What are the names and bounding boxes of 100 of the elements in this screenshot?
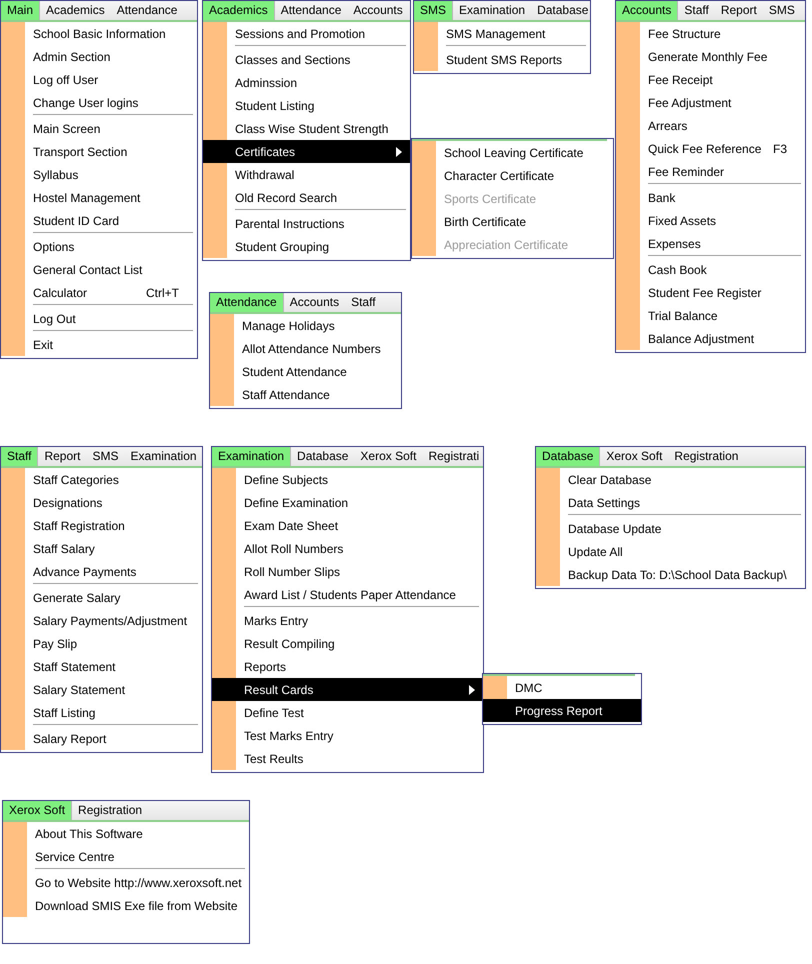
menu-tab[interactable]: Academics	[40, 1, 111, 20]
menu-item[interactable]: Designations	[1, 491, 202, 514]
menu-item[interactable]: Service Centre	[3, 845, 249, 868]
menu-tab[interactable]: Database	[291, 447, 354, 466]
menu-item[interactable]: Roll Number Slips	[212, 560, 483, 583]
menu-item[interactable]: Define Examination	[212, 491, 483, 514]
menu-item[interactable]: Calculator Ctrl+T	[1, 281, 197, 304]
menu-item[interactable]: About This Software	[3, 822, 249, 845]
menu-item[interactable]: Student SMS Reports	[414, 48, 590, 71]
menu-tab[interactable]: Attendance	[274, 1, 348, 20]
menu-item[interactable]: Result Cards	[212, 678, 483, 701]
menu-item[interactable]: Fee Reminder	[616, 160, 805, 183]
menu-item[interactable]: Staff Salary	[1, 537, 202, 560]
menu-item[interactable]: Student Fee Register	[616, 281, 805, 304]
menu-item[interactable]: Backup Data To: D:\School Data Backup\	[536, 563, 805, 586]
menu-tab[interactable]: Attendance	[210, 293, 284, 312]
menu-item[interactable]: School Basic Information	[1, 22, 197, 45]
menu-tab[interactable]: SMS	[86, 447, 125, 466]
menu-item[interactable]: Allot Attendance Numbers	[210, 337, 401, 360]
menu-tab[interactable]: Staff	[1, 447, 38, 466]
menu-item[interactable]: Fee Receipt	[616, 68, 805, 91]
menu-tab[interactable]: Staff	[678, 1, 715, 20]
menu-item[interactable]: Result Compiling	[212, 632, 483, 655]
menu-item[interactable]: Generate Salary	[1, 586, 202, 609]
menu-tab[interactable]: Staff	[345, 293, 382, 312]
menu-item[interactable]: Staff Listing	[1, 701, 202, 724]
menu-tab[interactable]: Examination	[212, 447, 292, 466]
menu-tab[interactable]: Report	[714, 1, 763, 20]
menu-tab[interactable]: Database	[536, 447, 600, 466]
menu-item[interactable]: Exam Date Sheet	[212, 514, 483, 537]
menu-item[interactable]: Test Reults	[212, 747, 483, 770]
menu-item[interactable]: Reports	[212, 655, 483, 678]
menu-item[interactable]: Change User logins	[1, 91, 197, 114]
menu-item[interactable]: Go to Website http://www.xeroxsoft.net	[3, 871, 249, 894]
menu-tab[interactable]: Accounts	[347, 1, 409, 20]
menu-item[interactable]: Student Attendance	[210, 360, 401, 383]
menu-item[interactable]: Sessions and Promotion	[203, 22, 410, 45]
menu-item[interactable]: Test Marks Entry	[212, 724, 483, 747]
menu-tab[interactable]: SMS	[414, 1, 454, 20]
menu-item[interactable]: Cash Book	[616, 258, 805, 281]
menu-item[interactable]: Transport Section	[1, 140, 197, 163]
menu-item[interactable]: Parental Instructions	[203, 212, 410, 235]
menu-item[interactable]: Fixed Assets	[616, 209, 805, 232]
menu-item[interactable]: Character Certificate	[412, 164, 613, 187]
menu-item[interactable]: Advance Payments	[1, 560, 202, 583]
menu-item[interactable]: Update All	[536, 540, 805, 563]
menu-tab[interactable]: SMS	[762, 1, 801, 20]
menu-item[interactable]: Quick Fee Reference F3	[616, 137, 805, 160]
menu-item[interactable]: Admin Section	[1, 45, 197, 68]
menu-item[interactable]: Allot Roll Numbers	[212, 537, 483, 560]
menu-item[interactable]: Staff Attendance	[210, 383, 401, 406]
menu-item[interactable]: Fee Structure	[616, 22, 805, 45]
menu-item[interactable]: Syllabus	[1, 163, 197, 186]
menu-tab[interactable]: Examination	[124, 447, 203, 466]
menu-tab[interactable]: Attendance	[110, 1, 184, 20]
menu-item[interactable]: Data Settings	[536, 491, 805, 514]
menu-item[interactable]: Withdrawal	[203, 163, 410, 186]
menu-item[interactable]: Trial Balance	[616, 304, 805, 327]
menu-item[interactable]: Birth Certificate	[412, 210, 613, 233]
menu-item[interactable]: Certificates	[203, 140, 410, 163]
menu-tab[interactable]: Database	[531, 1, 594, 20]
menu-item[interactable]: Old Record Search	[203, 186, 410, 209]
menu-item[interactable]: Classes and Sections	[203, 48, 410, 71]
menu-tab[interactable]: Examination	[453, 1, 532, 20]
menu-item[interactable]: Marks Entry	[212, 609, 483, 632]
menu-item[interactable]: Options	[1, 235, 197, 258]
menu-item[interactable]: Class Wise Student Strength	[203, 117, 410, 140]
menu-item[interactable]: Salary Statement	[1, 678, 202, 701]
menu-item[interactable]: Define Test	[212, 701, 483, 724]
menu-tab[interactable]: Xerox Soft	[354, 447, 422, 466]
menu-item[interactable]: Staff Categories	[1, 468, 202, 491]
menu-item[interactable]: Pay Slip	[1, 632, 202, 655]
menu-tab[interactable]: Main	[1, 1, 40, 20]
menu-item[interactable]: Hostel Management	[1, 186, 197, 209]
menu-item[interactable]: Salary Report	[1, 727, 202, 750]
menu-item[interactable]: SMS Management	[414, 22, 590, 45]
menu-item[interactable]: Clear Database	[536, 468, 805, 491]
menu-tab[interactable]: Accounts	[284, 293, 346, 312]
menu-item[interactable]: Fee Adjustment	[616, 91, 805, 114]
menu-tab[interactable]: Xerox Soft	[600, 447, 668, 466]
menu-tab[interactable]: Registrati	[422, 447, 486, 466]
menu-tab[interactable]: Report	[38, 447, 86, 466]
menu-item[interactable]: Student Listing	[203, 94, 410, 117]
menu-item[interactable]: Staff Registration	[1, 514, 202, 537]
menu-item[interactable]: Manage Holidays	[210, 314, 401, 337]
menu-item[interactable]: DMC	[483, 676, 641, 699]
menu-item[interactable]: Student Grouping	[203, 235, 410, 258]
menu-item[interactable]: Salary Payments/Adjustment	[1, 609, 202, 632]
menu-item[interactable]: Log Out	[1, 307, 197, 330]
menu-item[interactable]: Database Update	[536, 517, 805, 540]
menu-item[interactable]: Arrears	[616, 114, 805, 137]
menu-tab[interactable]: Registration	[668, 447, 744, 466]
menu-item[interactable]: Main Screen	[1, 117, 197, 140]
menu-item[interactable]: Define Subjects	[212, 468, 483, 491]
menu-item[interactable]: Progress Report	[483, 699, 641, 722]
menu-item[interactable]: Balance Adjustment	[616, 327, 805, 350]
menu-item[interactable]: Exit	[1, 333, 197, 356]
menu-tab[interactable]: Academics	[203, 1, 275, 20]
menu-item[interactable]: Log off User	[1, 68, 197, 91]
menu-tab[interactable]: Registration	[72, 801, 148, 820]
